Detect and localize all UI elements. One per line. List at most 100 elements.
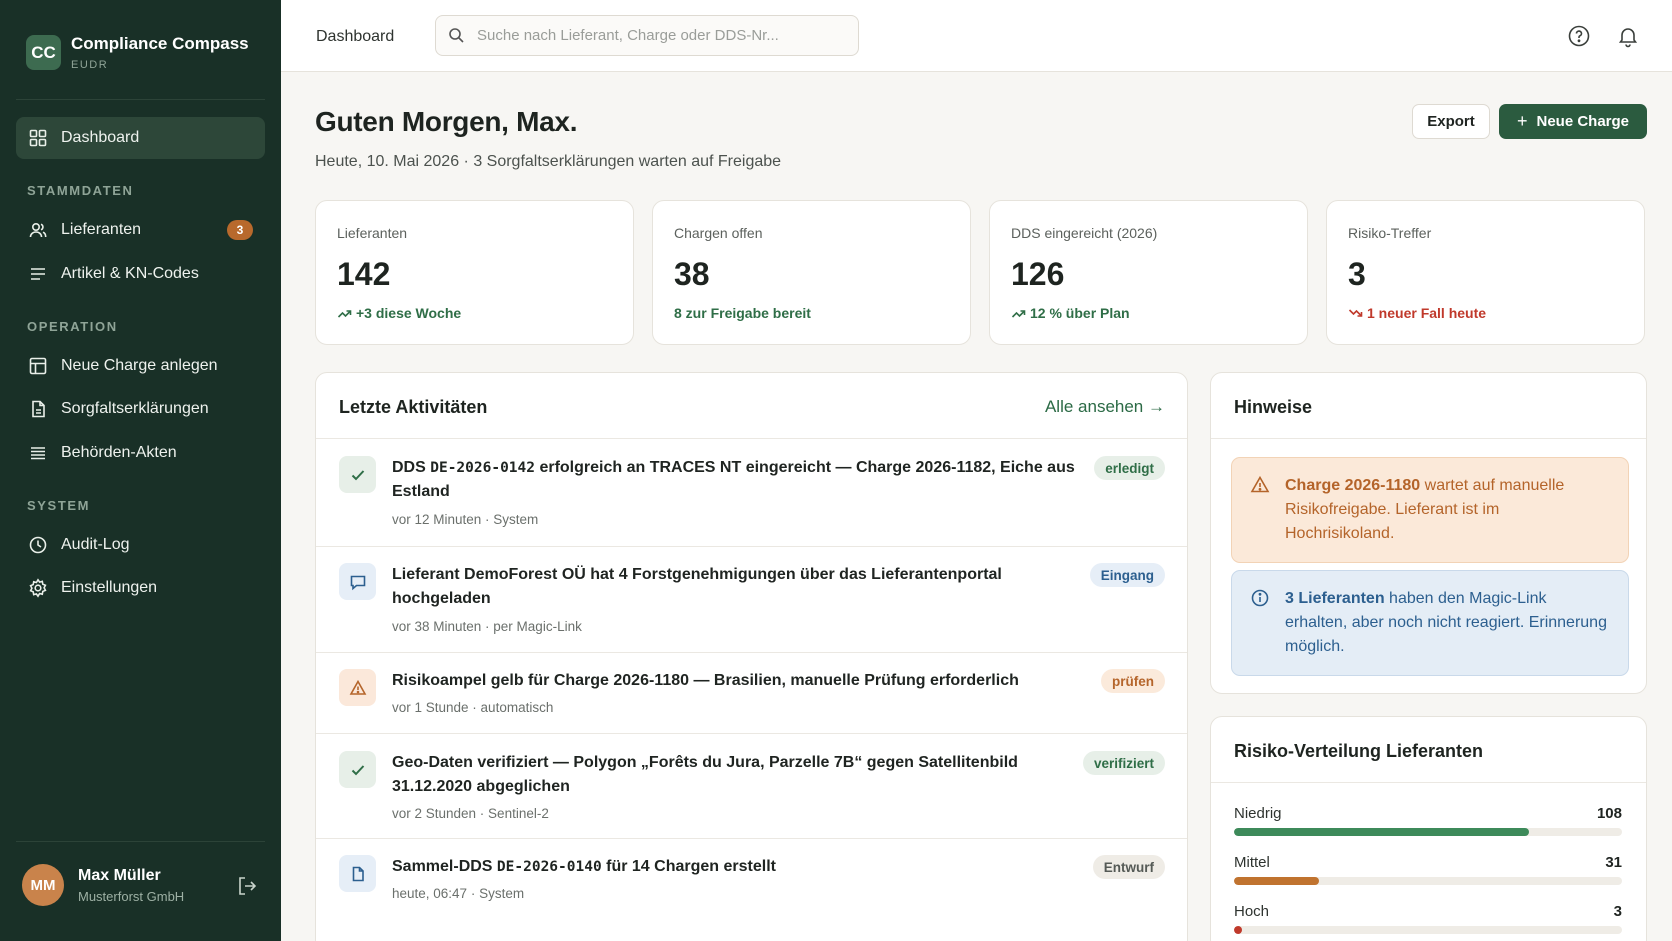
activity-meta: vor 38 Minuten · per Magic-Link bbox=[392, 619, 582, 634]
activity-text: Geo-Daten verifiziert — Polygon „Forêts … bbox=[392, 754, 1018, 795]
sidebar-item-label: Lieferanten bbox=[61, 221, 142, 238]
risk-card: Risiko-Verteilung Lieferanten Niedrig 10… bbox=[1210, 716, 1647, 941]
sidebar-item-sorgfaltserklaerungen[interactable]: Sorgfaltserklärungen bbox=[16, 388, 265, 430]
list-item[interactable]: DDS DE-2026-0142 erfolgreich an TRACES N… bbox=[316, 438, 1187, 546]
list-item[interactable]: Risikoampel gelb für Charge 2026-1180 — … bbox=[316, 652, 1187, 733]
status-badge: erledigt bbox=[1094, 456, 1165, 480]
sidebar-item-label: Neue Charge anlegen bbox=[61, 357, 218, 374]
list-item[interactable]: Lieferant DemoForest OÜ hat 4 Forstgeneh… bbox=[316, 546, 1187, 652]
sidebar-item-dashboard[interactable]: Dashboard bbox=[16, 117, 265, 159]
risk-bar-fill bbox=[1234, 828, 1529, 836]
stat-label: Risiko-Treffer bbox=[1348, 225, 1432, 241]
gear-icon bbox=[29, 578, 47, 598]
activities-card: Letzte Aktivitäten Alle ansehen → DDS DE… bbox=[315, 372, 1188, 941]
new-charge-label: Neue Charge bbox=[1536, 113, 1630, 130]
export-button[interactable]: Export bbox=[1412, 104, 1490, 139]
stat-trend-text: 8 zur Freigabe bereit bbox=[674, 305, 811, 321]
check-icon bbox=[339, 751, 376, 788]
stat-card-risiko[interactable]: Risiko-Treffer 3 1 neuer Fall heute bbox=[1326, 200, 1645, 345]
trend-up-icon bbox=[1011, 309, 1026, 318]
search-icon bbox=[449, 28, 464, 43]
status-badge: prüfen bbox=[1101, 669, 1165, 693]
sidebar-item-behoerden-akten[interactable]: Behörden-Akten bbox=[16, 432, 265, 474]
breadcrumb[interactable]: Dashboard bbox=[316, 28, 394, 46]
stat-trend: +3 diese Woche bbox=[337, 305, 461, 321]
activity-text: DDS DE-2026-0142 erfolgreich an TRACES N… bbox=[392, 459, 1075, 500]
search-input[interactable] bbox=[477, 27, 837, 44]
info-icon bbox=[1251, 589, 1269, 607]
stat-trend-text: 12 % über Plan bbox=[1030, 305, 1130, 321]
avatar: MM bbox=[22, 864, 64, 906]
logout-icon[interactable] bbox=[236, 875, 258, 897]
warning-note[interactable]: Charge 2026-1180 wartet auf manuelle Ris… bbox=[1231, 457, 1629, 563]
card-divider bbox=[1211, 782, 1646, 783]
risk-label: Hoch bbox=[1234, 903, 1270, 920]
card-divider bbox=[1211, 438, 1646, 439]
layout-icon bbox=[29, 357, 47, 375]
see-all-link[interactable]: Alle ansehen → bbox=[1045, 397, 1165, 417]
trend-up-icon bbox=[337, 309, 352, 318]
info-note[interactable]: 3 Lieferanten haben den Magic-Link erhal… bbox=[1231, 570, 1629, 676]
stat-trend-text: +3 diese Woche bbox=[356, 305, 462, 321]
stat-label: Chargen offen bbox=[674, 225, 763, 241]
sidebar-item-lieferanten[interactable]: Lieferanten 3 bbox=[16, 209, 265, 251]
risk-label: Niedrig bbox=[1234, 805, 1282, 822]
status-badge: verifiziert bbox=[1082, 751, 1165, 775]
sidebar-item-neue-charge[interactable]: Neue Charge anlegen bbox=[16, 345, 265, 387]
check-icon bbox=[339, 456, 376, 493]
search-box[interactable] bbox=[435, 15, 859, 56]
list-icon bbox=[31, 268, 45, 280]
sidebar-item-artikel[interactable]: Artikel & KN-Codes bbox=[16, 253, 265, 295]
message-icon bbox=[339, 563, 376, 600]
sidebar-item-label: Artikel & KN-Codes bbox=[61, 265, 199, 282]
stat-trend: 1 neuer Fall heute bbox=[1348, 305, 1486, 321]
sidebar-item-label: Einstellungen bbox=[61, 579, 158, 596]
user-org: Musterforst GmbH bbox=[78, 888, 185, 904]
risk-count: 31 bbox=[1605, 854, 1622, 871]
stat-card-lieferanten[interactable]: Lieferanten 142 +3 diese Woche bbox=[315, 200, 634, 345]
risk-row-hoch: Hoch 3 bbox=[1234, 903, 1622, 934]
stat-value: 38 bbox=[674, 256, 710, 292]
activity-meta: vor 1 Stunde · automatisch bbox=[392, 700, 554, 715]
stat-label: Lieferanten bbox=[337, 225, 408, 241]
sidebar-item-einstellungen[interactable]: Einstellungen bbox=[16, 567, 265, 609]
risk-count: 3 bbox=[1613, 903, 1622, 920]
risk-count: 108 bbox=[1596, 805, 1622, 822]
stat-trend: 8 zur Freigabe bereit bbox=[674, 305, 811, 321]
sidebar: CC Compliance Compass EUDR Dashboard STA… bbox=[0, 0, 281, 941]
sidebar-item-label: Sorgfaltserklärungen bbox=[61, 400, 209, 417]
activity-meta: vor 12 Minuten · System bbox=[392, 512, 539, 527]
grid-icon bbox=[29, 129, 47, 147]
sidebar-item-audit-log[interactable]: Audit-Log bbox=[16, 524, 265, 566]
document-icon bbox=[32, 400, 45, 418]
risk-bar-track bbox=[1234, 828, 1622, 836]
sidebar-divider bbox=[16, 841, 265, 842]
info-note-bold: 3 Lieferanten bbox=[1285, 590, 1385, 607]
stat-card-chargen[interactable]: Chargen offen 38 8 zur Freigabe bereit bbox=[652, 200, 971, 345]
menu-icon bbox=[31, 447, 45, 460]
bell-icon[interactable] bbox=[1616, 24, 1640, 48]
user-profile[interactable]: MM Max Müller Musterforst GmbH bbox=[22, 864, 262, 906]
page-subtitle: Heute, 10. Mai 2026 · 3 Sorgfaltserkläru… bbox=[315, 153, 782, 170]
list-item[interactable]: Geo-Daten verifiziert — Polygon „Forêts … bbox=[316, 733, 1187, 838]
help-icon[interactable] bbox=[1567, 24, 1591, 48]
section-system: SYSTEM bbox=[27, 498, 91, 513]
trend-down-icon bbox=[1348, 308, 1363, 317]
hints-title: Hinweise bbox=[1234, 397, 1313, 417]
new-charge-button[interactable]: + Neue Charge bbox=[1499, 104, 1647, 139]
list-item[interactable]: Sammel-DDS DE-2026-0140 für 14 Chargen e… bbox=[316, 838, 1187, 941]
sidebar-item-label: Behörden-Akten bbox=[61, 444, 177, 461]
brand[interactable]: CC Compliance Compass EUDR bbox=[26, 34, 249, 71]
risk-bar-fill bbox=[1234, 926, 1242, 934]
clock-icon bbox=[29, 536, 47, 554]
risk-title: Risiko-Verteilung Lieferanten bbox=[1234, 741, 1484, 761]
stat-value: 142 bbox=[337, 256, 391, 292]
activity-meta: heute, 06:47 · System bbox=[392, 886, 525, 901]
activities-title: Letzte Aktivitäten bbox=[339, 397, 488, 417]
risk-bar-fill bbox=[1234, 877, 1320, 885]
stat-card-dds[interactable]: DDS eingereicht (2026) 126 12 % über Pla… bbox=[989, 200, 1308, 345]
warning-icon bbox=[1250, 475, 1270, 493]
brand-sub: EUDR bbox=[71, 59, 109, 71]
warning-note-bold: Charge 2026-1180 bbox=[1285, 477, 1421, 494]
plus-icon: + bbox=[1516, 111, 1528, 131]
